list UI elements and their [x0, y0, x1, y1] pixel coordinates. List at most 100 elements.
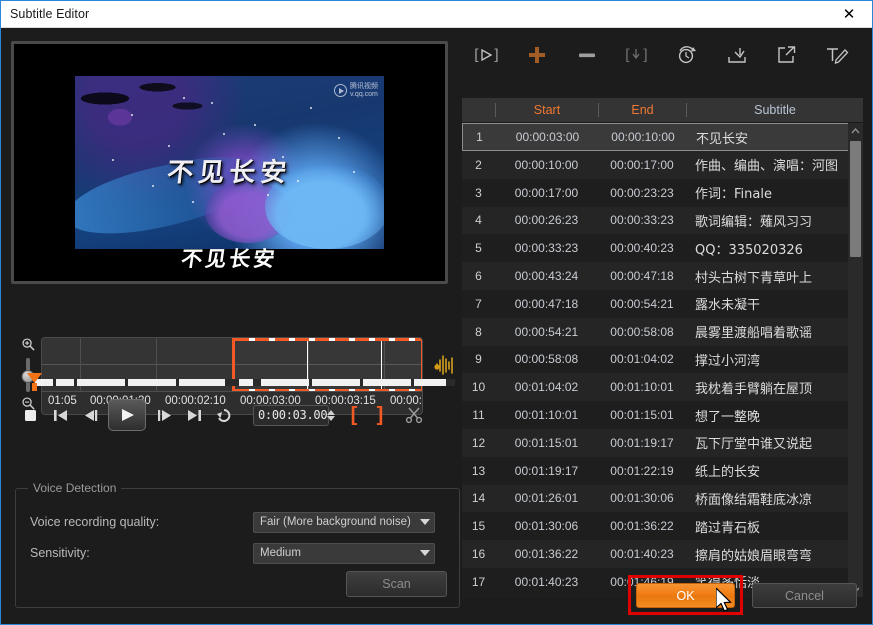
current-time-field[interactable]: 0:00:03.00	[253, 404, 336, 426]
table-row[interactable]: 16 00:01:36:22 00:01:40:23 擦肩的姑娘眉眼弯弯	[462, 540, 863, 568]
table-row[interactable]: 4 00:00:26:23 00:00:33:23 歌词编辑：薙风习习	[462, 206, 863, 235]
remove-icon[interactable]	[562, 36, 612, 74]
play-segment-icon[interactable]: [ ]	[462, 36, 512, 74]
voice-quality-select[interactable]: Fair (More background noise)	[253, 511, 435, 533]
table-row[interactable]: 8 00:00:54:21 00:00:58:08 晨雾里渡船唱着歌谣	[462, 317, 863, 346]
scrollbar-thumb[interactable]	[850, 141, 861, 257]
subtitle-overlay-text: 不见长安	[179, 247, 280, 271]
text-style-icon[interactable]	[812, 36, 862, 74]
thumbnail-scrubber[interactable]	[15, 373, 455, 391]
row-start-time: 00:00:43:24	[514, 269, 579, 284]
row-start-time: 00:00:33:23	[514, 241, 579, 256]
repeat-button[interactable]	[209, 400, 239, 430]
svg-text:]: ]	[642, 46, 648, 64]
table-row[interactable]: 13 00:01:19:17 00:01:22:19 纸上的长安	[462, 456, 863, 485]
table-row[interactable]: 6 00:00:43:24 00:00:47:18 村头古树下青草叶上	[462, 262, 863, 290]
right-panel: [ ] [] Start End Subtitle 1 00:00:03:00…	[462, 34, 864, 597]
go-to-end-button[interactable]	[179, 400, 209, 430]
watermark-line-1: 腾讯视频	[350, 83, 378, 90]
export-icon[interactable]	[762, 36, 812, 74]
row-end-time: 00:01:19:17	[610, 435, 674, 450]
ok-button[interactable]: OK	[636, 583, 735, 608]
table-row[interactable]: 5 00:00:33:23 00:00:40:23 QQ：335020326	[462, 234, 863, 263]
row-end-time: 00:00:40:23	[610, 241, 674, 256]
window-title: Subtitle Editor	[10, 7, 90, 21]
row-subtitle-text: 撑过小河湾	[695, 353, 761, 369]
row-subtitle-text: 桥面像结霜鞋底冰凉	[695, 492, 813, 508]
row-subtitle-text: 作曲、编曲、演唱：河图	[695, 159, 839, 175]
video-preview-frame[interactable]: 腾讯视频 v.qq.com 不见长安 不见长安	[11, 41, 448, 284]
row-end-time: 00:00:10:00	[611, 130, 675, 144]
row-start-time: 00:01:19:17	[514, 463, 579, 478]
timeline-playhead[interactable]	[27, 373, 42, 391]
row-start-time: 00:01:10:01	[514, 408, 579, 423]
watermark-line-2: v.qq.com	[350, 90, 378, 98]
go-to-start-button[interactable]	[45, 400, 75, 430]
row-number: 13	[471, 463, 486, 478]
row-subtitle-text: 露水未凝干	[695, 298, 761, 314]
dialog-footer: OK Cancel	[2, 572, 872, 624]
table-body: 1 00:00:03:00 00:00:10:00 不见长安 2 00:00:10:00 0…	[462, 123, 863, 597]
row-subtitle-text: 我枕着手臂躺在屋顶	[695, 381, 813, 397]
time-shift-icon[interactable]	[662, 36, 712, 74]
timeline-area: 01:05 00:00:01:20 00:00:02:10 00:00:03:0…	[11, 293, 455, 415]
time-stepper[interactable]	[327, 409, 336, 421]
mark-out-button[interactable]: ]	[367, 400, 393, 430]
close-icon[interactable]: ✕	[826, 1, 872, 27]
row-subtitle-text: 瓦下厅堂中谁又说起	[695, 437, 813, 453]
merge-down-icon[interactable]: [ ]	[612, 36, 662, 74]
column-header-end[interactable]: End	[598, 103, 686, 117]
import-icon[interactable]	[712, 36, 762, 74]
sensitivity-select[interactable]: Medium	[253, 542, 435, 564]
step-forward-button[interactable]	[149, 400, 179, 430]
table-row[interactable]: 7 00:00:47:18 00:00:54:21 露水未凝干	[462, 289, 863, 318]
row-subtitle-text: 作词：Finale	[695, 187, 772, 203]
table-header: Start End Subtitle	[462, 98, 863, 123]
video-title-text: 不见长安	[165, 158, 293, 189]
row-number: 12	[471, 435, 486, 450]
subtitle-editor-window: Subtitle Editor ✕ 腾讯视频 v.qq.com 不见长安 不见长…	[0, 0, 873, 625]
row-number: 11	[472, 408, 485, 423]
row-subtitle-text: QQ：335020326	[695, 242, 803, 258]
sensitivity-label: Sensitivity:	[30, 546, 90, 560]
row-end-time: 00:00:17:00	[610, 157, 674, 172]
stop-button[interactable]	[15, 400, 45, 430]
row-number: 1	[476, 130, 483, 144]
row-number: 14	[471, 491, 486, 506]
row-subtitle-text: 纸上的长安	[695, 465, 761, 481]
row-start-time: 00:00:26:23	[514, 213, 579, 228]
table-row[interactable]: 14 00:01:26:01 00:01:30:06 桥面像结霜鞋底冰凉	[462, 484, 863, 513]
mark-in-button[interactable]: [	[341, 400, 367, 430]
column-header-subtitle[interactable]: Subtitle	[686, 103, 863, 117]
table-row[interactable]: 12 00:01:15:01 00:01:19:17 瓦下厅堂中谁又说起	[462, 428, 863, 457]
row-end-time: 00:00:23:23	[610, 185, 674, 200]
cut-icon[interactable]	[399, 400, 429, 430]
row-number: 9	[475, 352, 482, 367]
table-row[interactable]: 2 00:00:10:00 00:00:17:00 作曲、编曲、演唱：河图	[462, 151, 863, 179]
zoom-in-icon[interactable]	[21, 337, 36, 354]
row-start-time: 00:01:36:22	[514, 547, 579, 562]
table-scrollbar[interactable]	[848, 123, 863, 597]
svg-text:[: [	[625, 46, 631, 64]
row-subtitle-text: 想了一整晚	[695, 409, 761, 425]
svg-text:[: [	[474, 46, 480, 64]
table-row[interactable]: 1 00:00:03:00 00:00:10:00 不见长安	[462, 123, 863, 151]
column-header-start[interactable]: Start	[495, 103, 598, 117]
row-end-time: 00:00:54:21	[610, 296, 674, 311]
row-start-time: 00:00:54:21	[514, 324, 579, 339]
row-subtitle-text: 村头古树下青草叶上	[695, 270, 813, 286]
scrubber-track[interactable]	[35, 379, 455, 386]
table-row[interactable]: 10 00:01:04:02 00:01:10:01 我枕着手臂躺在屋顶	[462, 373, 863, 402]
table-row[interactable]: 9 00:00:58:08 00:01:04:02 撑过小河湾	[462, 345, 863, 374]
table-row[interactable]: 3 00:00:17:00 00:00:23:23 作词：Finale	[462, 178, 863, 207]
cancel-button[interactable]: Cancel	[752, 583, 857, 608]
chevron-up-icon[interactable]	[848, 123, 863, 138]
sensitivity-value: Medium	[260, 547, 301, 559]
add-icon[interactable]	[512, 36, 562, 74]
table-row[interactable]: 11 00:01:10:01 00:01:15:01 想了一整晚	[462, 401, 863, 429]
row-number: 3	[475, 185, 482, 200]
step-back-button[interactable]	[75, 400, 105, 430]
play-button[interactable]	[108, 399, 146, 431]
row-end-time: 00:01:10:01	[610, 380, 674, 395]
table-row[interactable]: 15 00:01:30:06 00:01:36:22 踏过青石板	[462, 512, 863, 541]
